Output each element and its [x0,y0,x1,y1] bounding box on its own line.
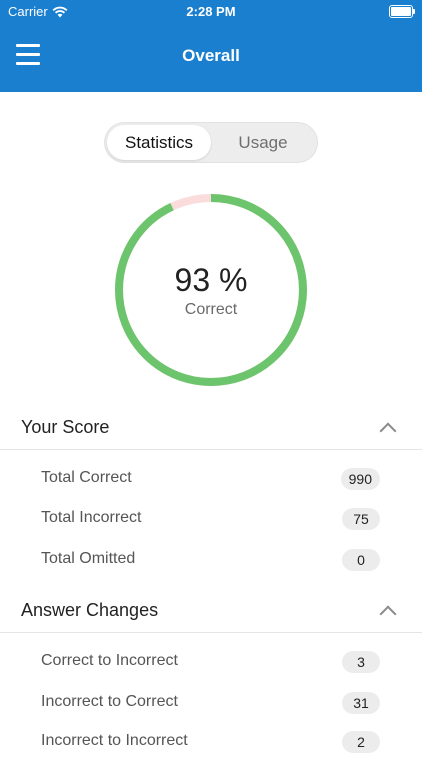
percent-correct-value: 93 % [174,262,248,298]
answer-changes-section-header[interactable]: Answer Changes [0,590,422,633]
list-item: Total Correct 990 [0,459,422,499]
list-item: Incorrect to Correct 31 [0,683,422,723]
percent-correct-label: Correct [184,301,238,318]
list-item: Total Incorrect 75 [0,499,422,539]
list-item: Correct to Incorrect 3 [0,642,422,682]
count-badge: 3 [342,651,380,673]
row-label: Total Omitted [41,550,136,567]
section-title: Your Score [21,417,110,437]
list-item: Total Omitted 0 [0,540,422,580]
row-label: Incorrect to Correct [41,693,178,710]
row-label: Total Incorrect [41,509,142,526]
row-label: Correct to Incorrect [41,652,178,669]
page-title: Overall [182,46,240,65]
list-item: Incorrect to Incorrect 2 [0,722,422,762]
chevron-up-icon[interactable] [379,422,397,440]
segment-statistics[interactable]: Statistics [107,125,211,160]
count-badge: 990 [340,468,380,490]
row-label: Total Correct [41,469,132,486]
your-score-section-header[interactable]: Your Score [0,407,422,450]
statistics-usage-segmented-control: Statistics Usage [104,122,318,163]
count-badge: 75 [342,508,380,530]
battery-icon [389,5,415,18]
app-header: Carrier 2:28 PM Overall [0,0,422,92]
chevron-up-icon[interactable] [379,605,397,623]
status-bar: Carrier 2:28 PM [0,0,422,22]
section-title: Answer Changes [21,600,159,620]
count-badge: 0 [342,549,380,571]
count-badge: 31 [342,692,380,714]
status-time: 2:28 PM [186,4,236,19]
segment-usage[interactable]: Usage [211,125,315,160]
row-label: Incorrect to Incorrect [41,732,188,749]
